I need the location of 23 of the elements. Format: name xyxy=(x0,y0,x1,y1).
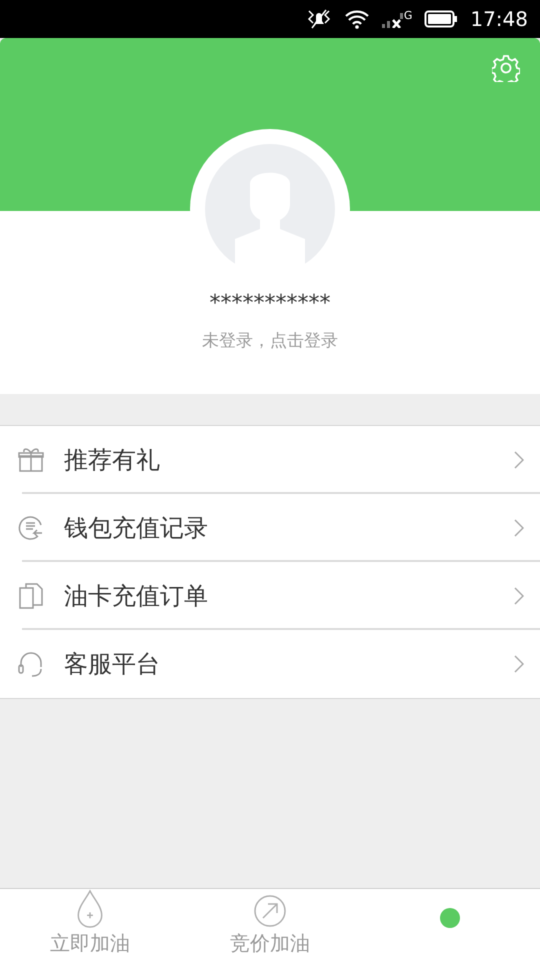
chevron-right-icon xyxy=(514,587,524,605)
menu-label: 客服平台 xyxy=(64,649,161,680)
settings-icon xyxy=(492,54,520,82)
menu-item[interactable]: 油卡充值订单 xyxy=(0,562,540,630)
menu-item[interactable]: 推荐有礼 xyxy=(0,426,540,494)
arrow-circle-icon xyxy=(253,894,287,928)
menu-item[interactable]: 钱包充值记录 xyxy=(0,494,540,562)
network-type: G xyxy=(404,10,412,21)
chevron-right-icon xyxy=(514,451,524,469)
wifi-icon xyxy=(344,9,370,29)
user-name: *********** xyxy=(210,293,330,315)
menu-label: 钱包充值记录 xyxy=(64,513,209,544)
avatar-silhouette-icon xyxy=(205,144,335,274)
battery-icon xyxy=(424,10,458,28)
clock: 17:48 xyxy=(470,6,528,33)
drop-icon xyxy=(76,889,104,928)
menu-item[interactable]: 客服平台 xyxy=(0,630,540,698)
chevron-right-icon xyxy=(514,655,524,673)
chevron-right-icon xyxy=(514,519,524,537)
muted-bell-icon xyxy=(306,8,332,30)
signal-icon xyxy=(382,10,404,28)
menu-label: 油卡充值订单 xyxy=(64,581,209,612)
menu-label: 推荐有礼 xyxy=(64,445,161,476)
